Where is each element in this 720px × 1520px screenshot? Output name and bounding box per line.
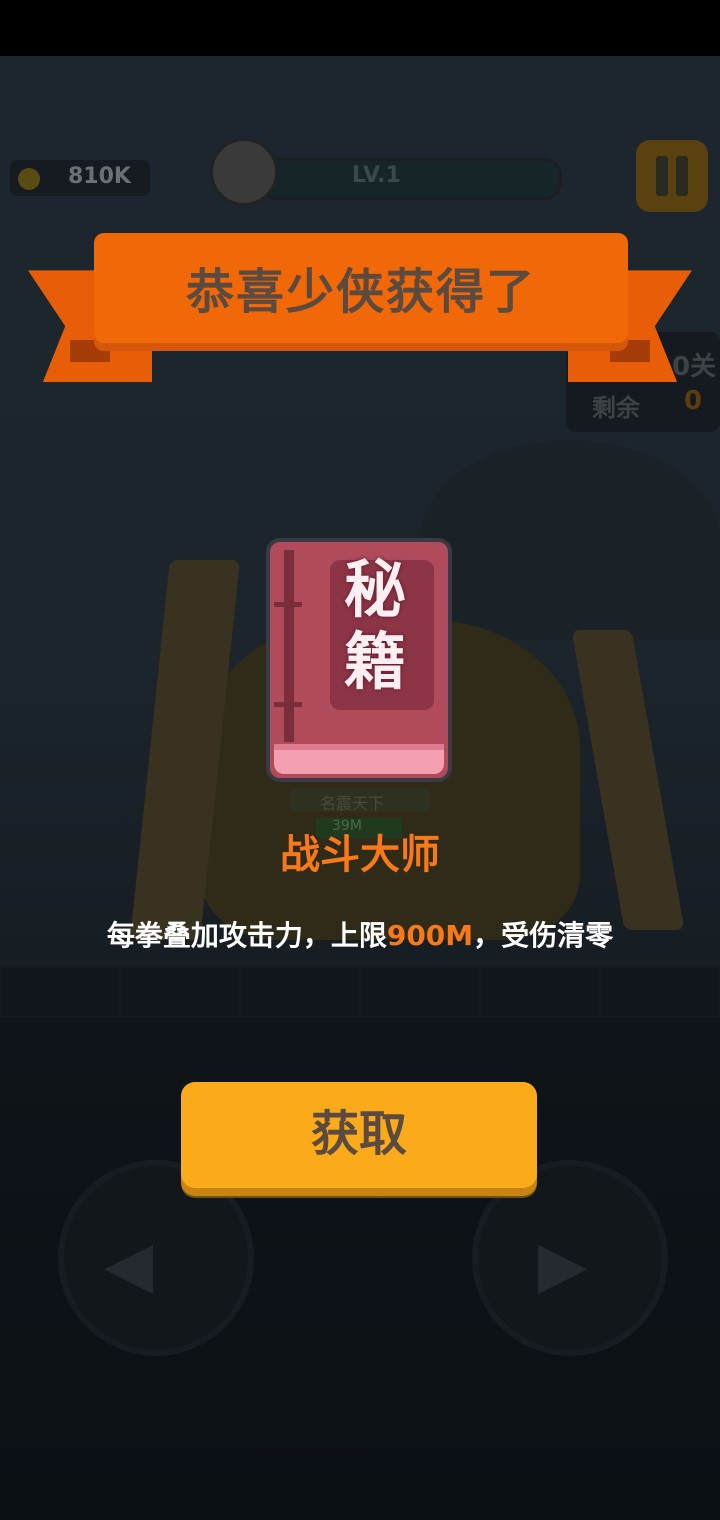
reward-item-description: 每拳叠加攻击力，上限900M，受伤清零 [0,914,720,954]
book-stitch [274,602,302,607]
left-arrow-icon: ◀ [104,1228,154,1302]
pause-icon [656,156,668,196]
pause-button[interactable] [636,140,708,212]
book-spine [284,550,294,742]
claim-button[interactable]: 获取 [181,1082,537,1188]
book-stitch [274,702,302,707]
background-banner-text: 名震天下 [320,794,385,813]
book-pages [274,744,444,774]
description-prefix: 每拳叠加攻击力，上限 [106,919,387,952]
level-label: LV.1 [352,163,401,188]
ground-tile [600,966,720,1018]
claim-button-label: 获取 [310,1108,407,1161]
ground-tile [360,966,480,1018]
description-highlight: 900M [386,919,474,952]
ground-tile [480,966,600,1018]
ground-tile [240,966,360,1018]
book-icon: 秘籍 [266,538,452,782]
reward-item-name: 战斗大师 [280,832,440,878]
ground-tile [120,966,240,1018]
reward-title: 恭喜少侠获得了 [185,264,536,320]
book-title: 秘籍 [343,553,406,698]
background-mountain [420,440,720,640]
stage-label: 0关 [672,352,717,382]
avatar-icon [210,138,278,206]
level-progress-bar [258,158,562,200]
right-arrow-icon: ▶ [538,1228,588,1302]
ground-tile [0,966,120,1018]
coin-amount: 810K [68,164,131,189]
move-right-button[interactable]: ▶ [472,1160,668,1356]
move-left-button[interactable]: ◀ [58,1160,254,1356]
remaining-count: 0 [684,386,703,416]
status-bar [0,0,720,56]
description-suffix: ，受伤清零 [473,919,614,952]
pause-icon [676,156,688,196]
coin-icon [18,168,40,190]
remaining-label: 剩余 [592,394,640,422]
ground-row [0,966,720,1018]
